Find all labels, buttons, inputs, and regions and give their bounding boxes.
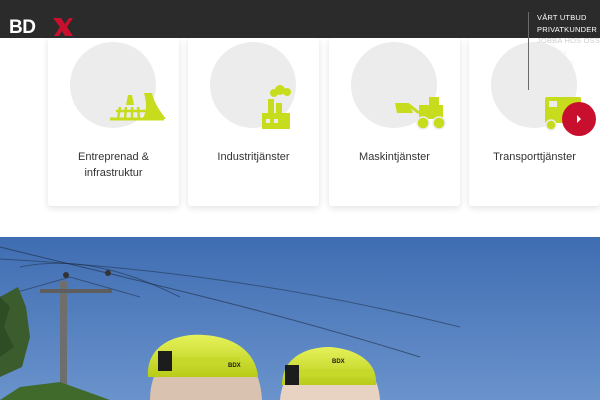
nav-item-om-bdx[interactable]: OM BDX (537, 47, 600, 59)
wheel-loader-icon (395, 97, 446, 130)
service-cards: Entreprenad & infrastruktur Industritjän… (0, 38, 600, 218)
nav-item-privatkunder[interactable]: PRIVATKUNDER (537, 24, 600, 36)
service-card-industri[interactable]: Industritjänster (188, 38, 319, 206)
service-label: Industritjänster (217, 151, 290, 163)
nav-item-vart-utbud[interactable]: VÅRT UTBUD (537, 12, 600, 24)
service-label: Entreprenad & infrastruktur (78, 151, 149, 179)
nav-item-nyheter[interactable]: NYHETER (537, 58, 600, 70)
main-nav: VÅRT UTBUD PRIVATKUNDER JOBBA HOS OSS OM… (528, 12, 600, 90)
svg-text:BD: BD (9, 17, 35, 38)
hero-photo: BDX BDX (0, 237, 600, 400)
service-card-entreprenad[interactable]: Entreprenad & infrastruktur (48, 38, 179, 206)
service-label: Transporttjänster (493, 151, 576, 163)
factory-icon (262, 85, 291, 129)
svg-text:BDX: BDX (332, 359, 345, 365)
bdx-logo[interactable]: BD (9, 16, 73, 38)
railway-road-icon (110, 93, 166, 121)
service-label: Maskintjänster (359, 151, 430, 163)
nav-item-kontakt[interactable]: KONTAKT (537, 70, 600, 82)
svg-text:BDX: BDX (228, 363, 241, 369)
chevron-right-icon (577, 115, 581, 123)
service-card-maskin[interactable]: Maskintjänster (329, 38, 460, 206)
hero-image: BDX BDX (0, 237, 600, 400)
carousel-next-button[interactable] (562, 102, 596, 136)
top-bar: BD VÅRT UTBUD PRIVATKUNDER JOBBA HOS OSS… (0, 0, 600, 90)
nav-item-jobba-hos-oss[interactable]: JOBBA HOS OSS (537, 35, 600, 47)
